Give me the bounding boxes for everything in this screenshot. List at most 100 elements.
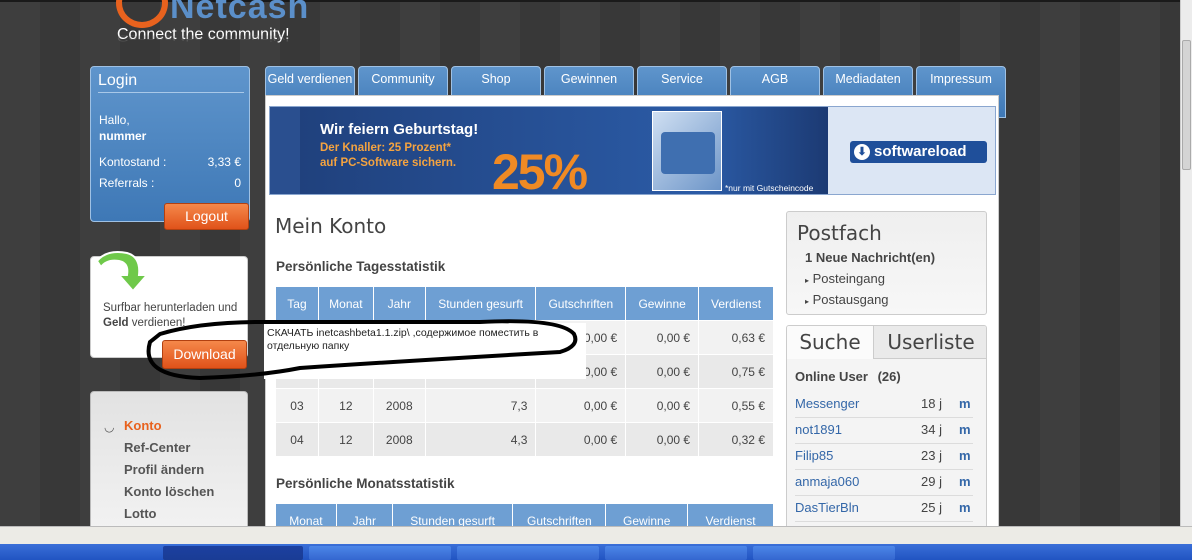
cell-tag: 04 (275, 422, 319, 457)
banner-footnote: *nur mit Gutscheincode (725, 183, 814, 193)
column-header: Verdienst (687, 503, 774, 526)
tab-userliste[interactable]: Userliste (874, 326, 986, 359)
softwareload-logo-text: softwareload (874, 143, 967, 160)
nav-item-lotto[interactable]: Lotto (124, 506, 156, 521)
account-nav-panel: ◡ Konto Ref-Center Profil ändern Konto l… (90, 391, 248, 526)
cell-monat: 12 (317, 388, 374, 423)
green-arrow-icon (95, 251, 150, 293)
column-header: Monat (275, 503, 337, 526)
banner-percent: 25% (492, 144, 588, 195)
cell-monat: 12 (317, 422, 374, 457)
column-header: Monat (317, 286, 374, 321)
user-name-link[interactable]: not1891 (795, 422, 842, 437)
download-circle-icon: ⬇ (854, 144, 870, 160)
windows-taskbar (0, 544, 1192, 560)
bullet-arrow-icon: ▸ (805, 297, 810, 306)
postfach-title: Postfach (797, 221, 882, 245)
nav-item-konto-loeschen[interactable]: Konto löschen (124, 484, 214, 499)
user-name-link[interactable]: DasTierBln (795, 500, 859, 515)
cell-gewinne: 0,00 € (625, 422, 700, 457)
balance-label: Kontostand : (99, 155, 167, 169)
scrollbar-thumb[interactable] (1182, 40, 1191, 170)
login-panel: Login Hallo, nummer Kontostand : 3,33 € … (90, 66, 250, 230)
software-box-image (652, 111, 722, 191)
page-background: Netcash Connect the community! Connect t… (0, 0, 1180, 526)
online-users-count: (26) (877, 369, 901, 384)
nav-item-ref-center[interactable]: Ref-Center (124, 440, 190, 455)
user-age: 34 j (921, 422, 942, 437)
taskbar-button[interactable] (753, 546, 895, 560)
user-age: 25 j (921, 500, 942, 515)
cell-gutschriften: 0,00 € (535, 422, 627, 457)
user-age: 18 j (921, 396, 942, 411)
user-message-link[interactable]: m (959, 500, 971, 515)
nav-item-profil-aendern[interactable]: Profil ändern (124, 462, 204, 477)
softwareload-banner[interactable]: Wir feiern Geburtstag! Der Knaller: 25 P… (269, 106, 996, 195)
banner-line-1: Der Knaller: 25 Prozent* (320, 142, 452, 154)
taskbar-button[interactable] (457, 546, 599, 560)
cell-stunden: 7,3 (424, 388, 537, 423)
user-name-link[interactable]: Filip85 (795, 448, 833, 463)
cell-verdienst: 0,55 € (698, 388, 774, 423)
column-header: Stunden gesurft (391, 503, 514, 526)
cell-verdienst: 0,75 € (698, 354, 774, 389)
download-button[interactable]: Download (162, 340, 247, 369)
column-header: Tag (275, 286, 319, 321)
login-title: Login (98, 72, 244, 93)
column-header: Stunden gesurft (424, 286, 537, 321)
user-message-link[interactable]: m (959, 396, 971, 411)
cell-gewinne: 0,00 € (625, 354, 700, 389)
cell-gutschriften: 0,00 € (535, 388, 627, 423)
browser-status-bar (0, 526, 1192, 544)
surfbar-text-bold: Geld (103, 317, 129, 329)
online-users-title: Online User (26) (795, 369, 901, 384)
user-message-link[interactable]: m (959, 474, 971, 489)
banner-title: Wir feiern Geburtstag! (320, 121, 479, 138)
posteingang-link[interactable]: ▸ Posteingang (805, 271, 885, 286)
cell-tag: 03 (275, 388, 319, 423)
table-header-row: Tag Monat Jahr Stunden gesurft Gutschrif… (275, 286, 774, 321)
login-greeting: Hallo, (99, 113, 130, 127)
column-header: Jahr (335, 503, 393, 526)
column-header: Gutschriften (535, 286, 627, 321)
nav-item-konto[interactable]: Konto (124, 418, 162, 433)
list-item: Messenger 18 j m (795, 392, 973, 418)
software-box-cover (661, 132, 715, 174)
column-header: Gewinne (625, 286, 700, 321)
list-item: anmaja060 29 j m (795, 470, 973, 496)
surfbar-text-part: Surfbar herunterladen und (103, 302, 238, 314)
postausgang-label: Postausgang (812, 292, 889, 307)
bullet-arrow-icon: ▸ (805, 276, 810, 285)
banner-line-2: auf PC-Software sichern. (320, 157, 457, 169)
user-message-link[interactable]: m (959, 448, 971, 463)
user-age: 29 j (921, 474, 942, 489)
taskbar-button[interactable] (309, 546, 451, 560)
main-content: Wir feiern Geburtstag! Der Knaller: 25 P… (265, 95, 999, 526)
taskbar-button-browser[interactable] (163, 546, 303, 560)
banner-side-strip (270, 107, 300, 194)
taskbar-button[interactable] (605, 546, 747, 560)
column-header: Jahr (372, 286, 426, 321)
referrals-label: Referrals : (99, 176, 155, 190)
postausgang-link[interactable]: ▸ Postausgang (805, 292, 889, 307)
logout-button[interactable]: Logout (164, 203, 249, 230)
daily-stats-title: Persönliche Tagesstatistik (276, 259, 446, 274)
logo-swirl-icon (116, 0, 168, 28)
new-messages-link[interactable]: 1 Neue Nachricht(en) (805, 250, 935, 265)
table-row: 03 12 2008 7,3 0,00 € 0,00 € 0,55 € (275, 388, 774, 423)
monthly-stats-title: Persönliche Monatsstatistik (276, 476, 455, 491)
user-message-link[interactable]: m (959, 422, 971, 437)
spinner-icon: ◡ (104, 420, 115, 434)
surfbar-text: Surfbar herunterladen und Geld verdienen… (103, 301, 243, 331)
postfach-panel: Postfach 1 Neue Nachricht(en) ▸ Posteing… (786, 211, 987, 315)
tab-suche[interactable]: Suche (787, 326, 874, 359)
user-name-link[interactable]: anmaja060 (795, 474, 859, 489)
monthly-stats-table: Monat Jahr Stunden gesurft Gutschriften … (275, 503, 774, 526)
list-item: not1891 34 j m (795, 418, 973, 444)
balance-value: 3,33 € (207, 155, 241, 169)
user-name-link[interactable]: Messenger (795, 396, 859, 411)
page-scrollbar[interactable] (1180, 0, 1192, 526)
cell-gewinne: 0,00 € (625, 320, 700, 355)
login-username: nummer (99, 129, 147, 143)
table-header-row: Monat Jahr Stunden gesurft Gutschriften … (275, 503, 774, 526)
